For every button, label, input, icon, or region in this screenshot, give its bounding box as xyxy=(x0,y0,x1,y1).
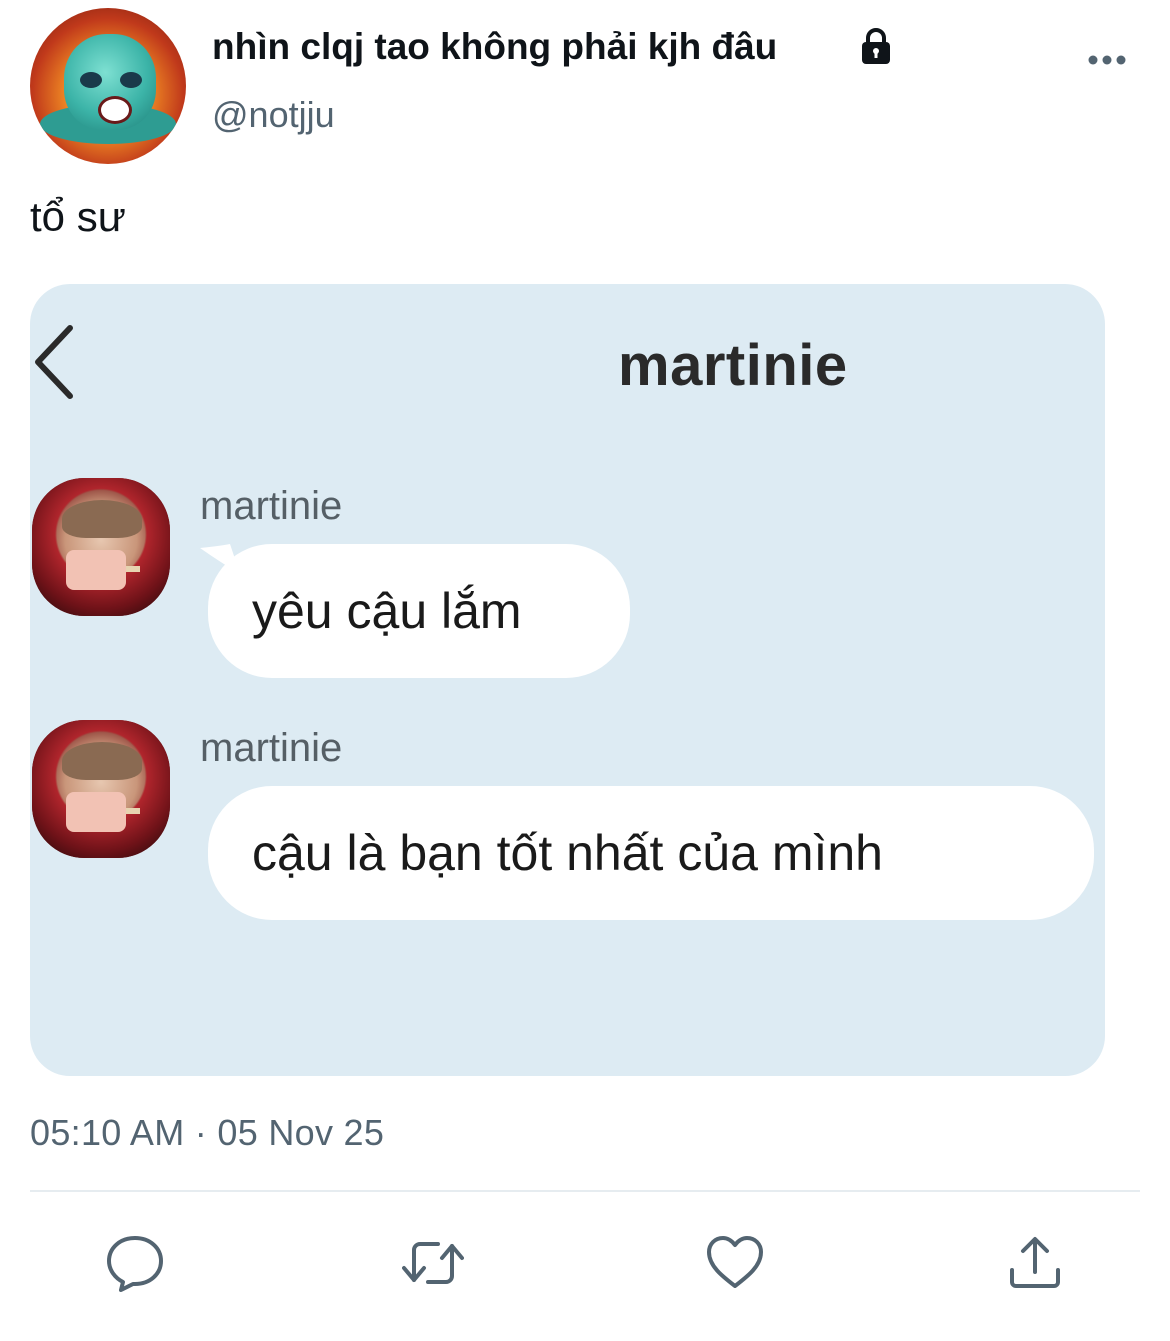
avatar-figure-face xyxy=(64,34,156,130)
message-text: cậu là bạn tốt nhất của mình xyxy=(252,825,883,881)
sender-avatar xyxy=(32,478,170,616)
author-display-name[interactable]: nhìn clqj tao không phải kjh đâu xyxy=(212,26,777,68)
message-bubble: yêu cậu lắm xyxy=(208,544,630,678)
author-avatar[interactable] xyxy=(30,8,186,164)
tweet-media-image[interactable]: martinie martinie yêu cậu lắm martinie c… xyxy=(30,284,1105,1076)
message-bubble: cậu là bạn tốt nhất của mình xyxy=(208,786,1094,920)
sender-avatar xyxy=(32,720,170,858)
tweet-timestamp[interactable]: 05:10 AM · 05 Nov 25 xyxy=(30,1112,384,1154)
message-text: yêu cậu lắm xyxy=(252,583,522,639)
author-handle[interactable]: @notjju xyxy=(212,94,335,136)
more-horizontal-icon[interactable] xyxy=(1086,40,1128,76)
sender-name: martinie xyxy=(200,726,343,770)
like-icon[interactable] xyxy=(704,1232,766,1294)
chat-title: martinie xyxy=(618,333,848,398)
sender-name: martinie xyxy=(200,484,343,528)
chevron-left-icon xyxy=(35,325,73,399)
reply-icon[interactable] xyxy=(104,1232,166,1294)
lock-icon xyxy=(862,28,890,64)
retweet-icon[interactable] xyxy=(402,1232,464,1294)
share-icon[interactable] xyxy=(1004,1232,1066,1294)
divider xyxy=(30,1190,1140,1192)
tweet-text: tổ sư xyxy=(30,193,126,240)
